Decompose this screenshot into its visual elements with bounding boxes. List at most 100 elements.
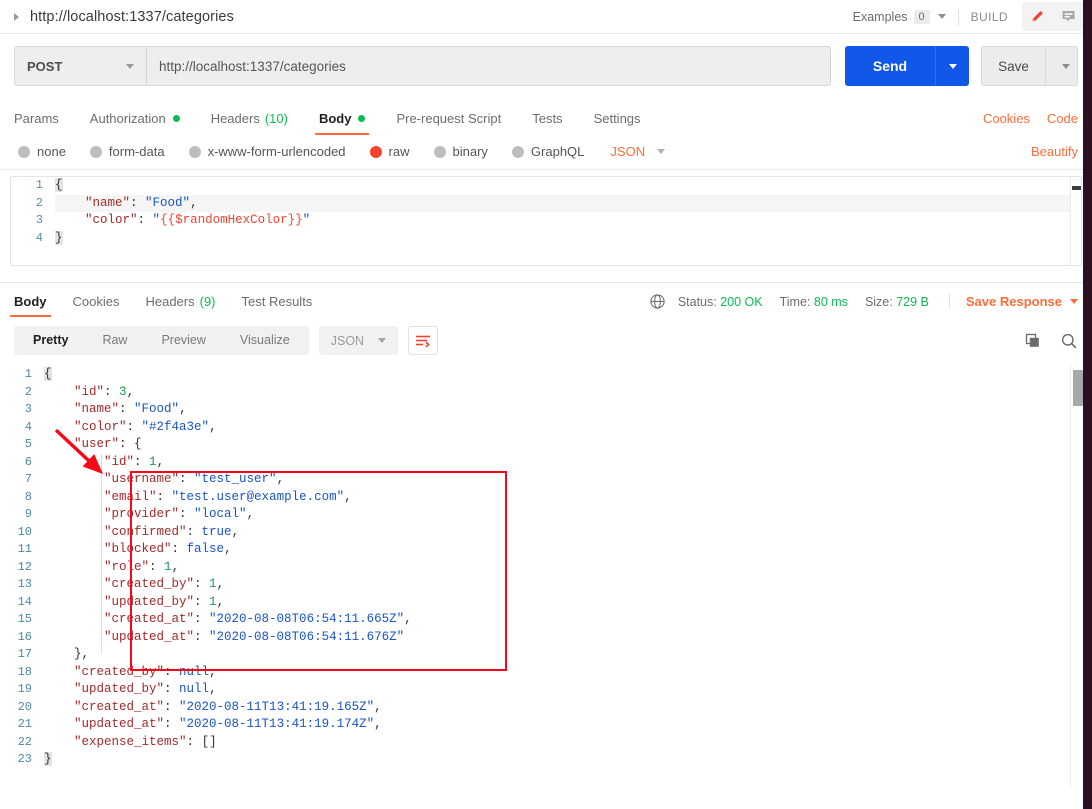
line-number: 17 [17, 647, 32, 661]
request-code-line: 1{ [11, 177, 1081, 195]
tab-body[interactable]: Body [314, 111, 369, 135]
line-number: 9 [24, 507, 32, 521]
code-text: "id": 1, [104, 454, 165, 469]
tab-pre-request-script[interactable]: Pre-request Script [396, 111, 501, 135]
request-code-lines: 1{2 "name": "Food", 3 "color": "{{$random… [11, 177, 1081, 247]
view-mode-visualize[interactable]: Visualize [223, 326, 307, 355]
response-tab-test-results[interactable]: Test Results [242, 294, 313, 317]
save-response-chevron-down-icon [1070, 299, 1078, 304]
code-text: } [44, 752, 52, 766]
response-format-dropdown[interactable]: JSON [318, 326, 399, 355]
titlebar-actions: Examples 0 BUILD [853, 0, 1084, 33]
body-format-dropdown[interactable]: JSON [610, 144, 666, 159]
code-text: { [55, 178, 63, 192]
response-tab-headers[interactable]: Headers (9) [145, 294, 215, 317]
response-tabs: Body Cookies Headers (9) Test Results St… [0, 282, 1092, 320]
line-number: 7 [24, 472, 32, 486]
send-button[interactable]: Send [845, 46, 935, 86]
body-type-binary[interactable]: binary [433, 144, 488, 159]
divider [957, 8, 959, 25]
code-link[interactable]: Code [1047, 111, 1078, 126]
code-text: "confirmed": true, [104, 524, 240, 539]
line-number: 3 [35, 213, 43, 227]
response-tab-body[interactable]: Body [10, 294, 50, 317]
beautify-link[interactable]: Beautify [1031, 144, 1078, 159]
line-number: 18 [17, 664, 32, 679]
url-input-value: http://localhost:1337/categories [159, 58, 346, 74]
pencil-icon[interactable] [1022, 2, 1053, 31]
body-type-graphql[interactable]: GraphQL [511, 144, 584, 159]
search-icon[interactable] [1060, 332, 1078, 350]
request-tabs: Params Authorization Headers (10) Body P… [0, 99, 1092, 135]
tab-tests[interactable]: Tests [532, 111, 562, 135]
request-titlebar: http://localhost:1337/categories Example… [0, 0, 1092, 34]
code-text: "name": "Food", [85, 195, 198, 210]
response-format-value: JSON [330, 333, 365, 348]
tab-label: Cookies [72, 294, 120, 309]
request-tabs-links: Cookies Code [966, 111, 1078, 135]
code-text: }, [74, 647, 90, 661]
cookies-link[interactable]: Cookies [983, 111, 1030, 126]
save-chevron-down-icon [1061, 63, 1070, 69]
tab-authorization[interactable]: Authorization [90, 111, 180, 135]
request-editor-scrollbar[interactable] [1070, 177, 1081, 265]
time-field: Time: 80 ms [780, 295, 848, 309]
http-method-dropdown[interactable]: POST [14, 46, 146, 86]
breadcrumb: http://localhost:1337/categories [30, 8, 234, 25]
postman-window: http://localhost:1337/categories Example… [0, 0, 1092, 809]
scrollbar-thumb[interactable] [1072, 186, 1081, 190]
body-type-x-www-form-urlencoded[interactable]: x-www-form-urlencoded [188, 144, 346, 159]
view-mode-raw[interactable]: Raw [85, 326, 144, 355]
line-number: 22 [17, 734, 32, 749]
view-mode-preview[interactable]: Preview [144, 326, 222, 355]
tab-settings[interactable]: Settings [594, 111, 641, 135]
body-type-form-data[interactable]: form-data [89, 144, 165, 159]
url-input[interactable]: http://localhost:1337/categories [146, 46, 831, 86]
request-body-editor[interactable]: 1{2 "name": "Food", 3 "color": "{{$random… [10, 176, 1082, 266]
expand-triangle-icon[interactable] [14, 12, 19, 21]
response-code-line: 21 "updated_at": "2020-08-11T13:41:19.17… [0, 716, 1092, 734]
tab-label: Params [14, 111, 59, 126]
tab-headers[interactable]: Headers (10) [211, 111, 288, 135]
scrollbar-thumb[interactable] [1073, 370, 1083, 406]
tab-label: Tests [532, 111, 563, 126]
body-type-raw[interactable]: raw [369, 144, 410, 159]
code-text: "created_at": "2020-08-08T06:54:11.665Z"… [104, 612, 412, 626]
line-number: 4 [35, 230, 43, 245]
line-number: 6 [24, 454, 32, 469]
response-code-line: 18 "created_by": null, [0, 664, 1092, 682]
code-text: "color": "{{$randomHexColor}}" [85, 213, 311, 227]
body-type-none[interactable]: none [18, 144, 66, 159]
comment-icon[interactable] [1053, 2, 1084, 31]
code-text: "name": "Food", [74, 402, 187, 416]
body-type-label: none [37, 144, 66, 159]
body-type-label: raw [388, 144, 410, 159]
code-text: "username": "test_user", [104, 472, 285, 486]
response-body-editor[interactable]: 1{2 "id": 3, 3 "name": "Food", 4 "color": … [0, 366, 1092, 786]
examples-chevron-down-icon[interactable] [937, 14, 946, 19]
response-code-line: 9 "provider": "local", [0, 506, 1092, 524]
response-code-line: 22 "expense_items": [] [0, 734, 1092, 752]
line-number: 11 [17, 542, 32, 556]
save-button[interactable]: Save [981, 46, 1045, 86]
word-wrap-icon[interactable] [408, 326, 439, 355]
tab-label: Body [318, 111, 352, 126]
response-tab-cookies[interactable]: Cookies [73, 294, 120, 317]
status-label: Status: [677, 294, 717, 309]
save-options-button[interactable] [1045, 46, 1078, 86]
status-value: 200 OK [720, 294, 763, 309]
response-editor-scrollbar[interactable] [1070, 366, 1083, 786]
code-text: "updated_by": 1, [104, 594, 225, 609]
tab-params[interactable]: Params [14, 111, 59, 135]
save-response-button[interactable]: Save Response [948, 294, 1078, 309]
send-options-button[interactable] [935, 46, 969, 86]
tab-label: Test Results [241, 294, 313, 309]
method-chevron-down-icon [126, 63, 134, 69]
view-mode-pretty[interactable]: Pretty [16, 326, 85, 355]
build-label[interactable]: BUILD [971, 10, 1008, 24]
line-number: 23 [17, 752, 32, 766]
copy-icon[interactable] [1024, 332, 1042, 350]
radio-icon [89, 145, 102, 158]
globe-icon[interactable] [649, 293, 666, 310]
time-value: 80 ms [813, 294, 848, 309]
